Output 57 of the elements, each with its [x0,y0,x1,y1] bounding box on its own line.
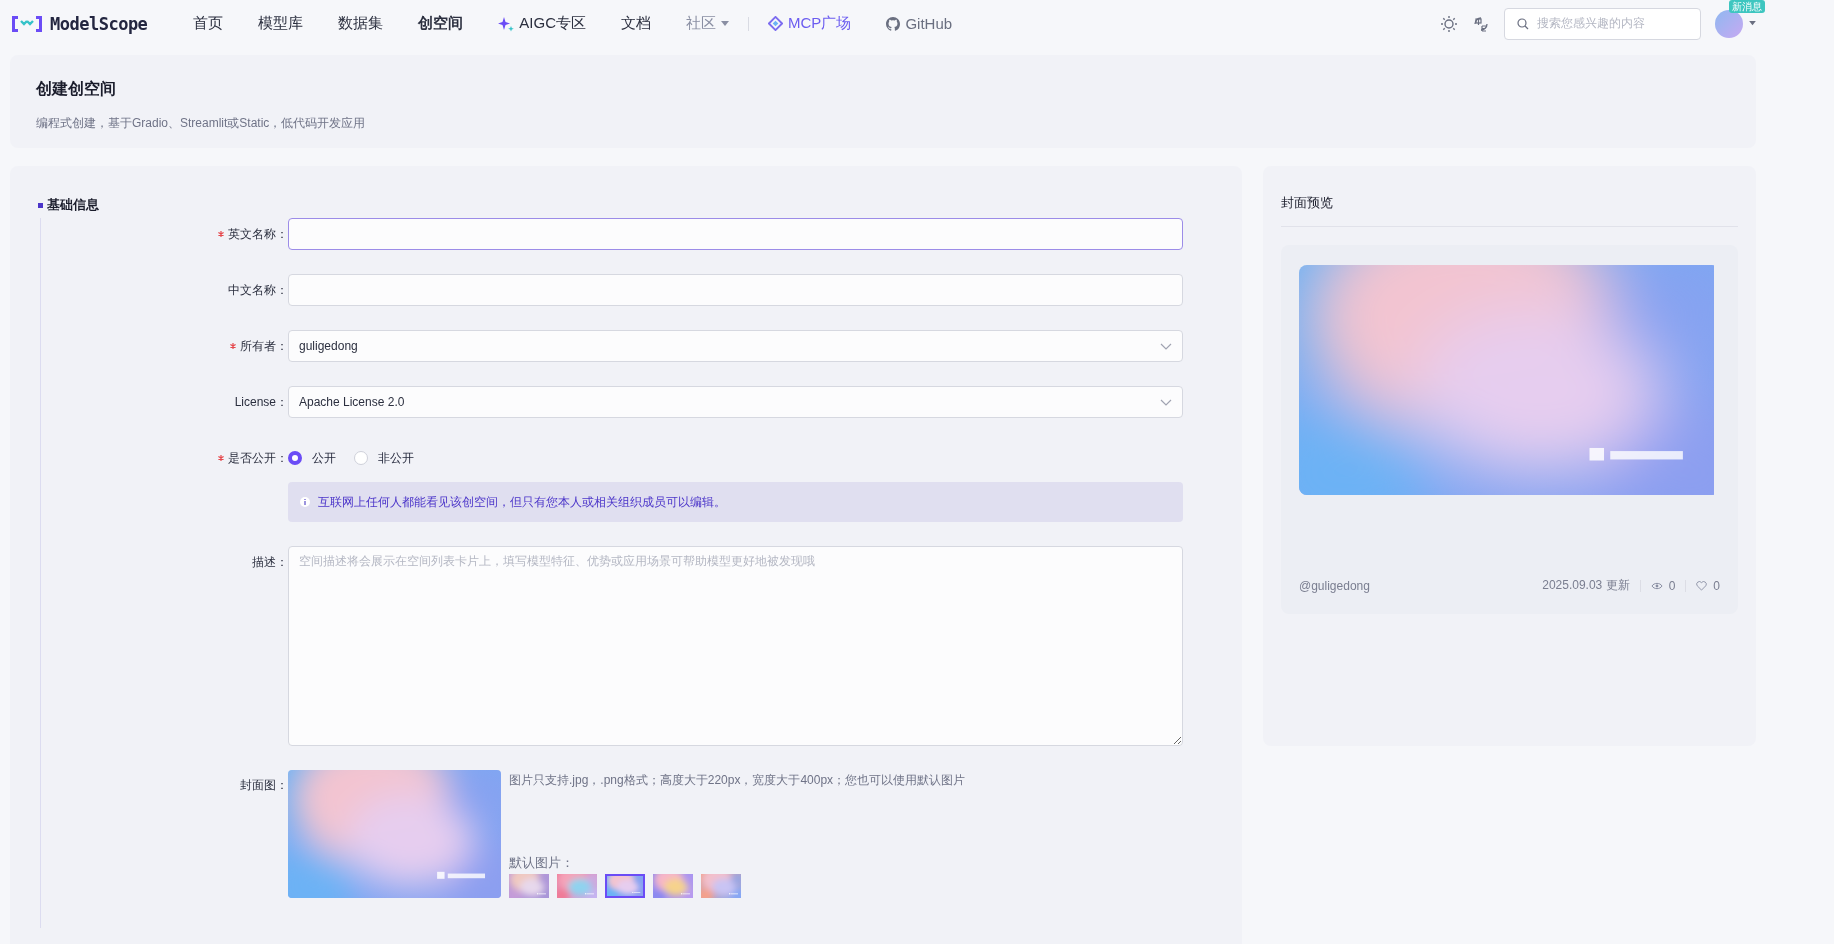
update-date: 2025.09.03 更新 [1542,577,1630,594]
logo-icon [10,13,44,34]
nav-link[interactable]: AIGC专区 [498,14,587,33]
chevron-down-icon [1160,342,1172,350]
field-label: 中文名称： [228,281,288,299]
required-mark-icon [218,455,224,461]
search-icon [1517,17,1529,30]
thumbnail[interactable] [653,874,693,898]
caret-icon[interactable] [1749,21,1756,26]
brand-name[interactable]: ModelScope [50,13,148,34]
default-images-label: 默认图片： [509,854,575,872]
text-input[interactable] [288,218,1183,250]
nav-link[interactable]: 模型库 [258,14,304,33]
thumbnail[interactable] [701,874,741,898]
field-label: 英文名称： [228,225,288,243]
thumbnail[interactable] [605,874,645,898]
radio-label[interactable]: 公开 [312,449,336,467]
required-mark-icon [230,343,236,349]
required-mark-icon [218,231,224,237]
field-label: 封面图： [240,777,288,794]
github-icon [886,16,901,31]
thumbnail[interactable] [509,874,549,898]
nav-link[interactable]: GitHub [886,15,953,32]
radio-label[interactable]: 非公开 [378,449,414,467]
owner-name: @guligedong [1299,578,1370,593]
heart-icon [1696,580,1708,591]
radio-button[interactable] [288,451,302,465]
nav-link[interactable]: 文档 [621,14,652,33]
search-placeholder: 搜索您感兴趣的内容 [1537,15,1645,32]
eye-icon [1650,581,1663,590]
language-icon[interactable] [1472,14,1490,33]
sun-icon[interactable] [1440,14,1458,33]
notice-text: 互联网上任何人都能看见该创空间，但只有您本人或相关组织成员可以编辑。 [318,493,726,511]
caret-icon [721,20,730,27]
cover-hint: 图片只支持.jpg，.png格式；高度大于220px，宽度大于400px；您也可以使用默认图片 [509,772,966,789]
section-marker-icon [38,202,43,208]
field-label: 是否公开： [228,449,288,467]
field-label: 所有者： [240,337,288,355]
page-subtitle: 编程式创建，基于Gradio、Streamlit或Static，低代码开发应用 [36,115,367,132]
field-label: License： [234,393,288,411]
page-title: 创建创空间 [36,79,117,99]
select-field[interactable]: guligedong [288,330,1183,362]
notification-badge: 新消息 [1729,0,1765,13]
view-count: 0 [1668,578,1676,593]
like-count: 0 [1713,578,1720,593]
select-field[interactable]: Apache License 2.0 [288,386,1183,418]
thumbnail[interactable] [557,874,597,898]
nav-link[interactable]: 创空间 [418,14,464,33]
chevron-down-icon [1160,398,1172,406]
nav-link[interactable]: MCP广场 [768,14,852,33]
field-label: 描述： [252,553,288,571]
nav-link[interactable]: 数据集 [338,14,384,33]
info-icon [300,497,310,507]
nav-link[interactable]: 首页 [193,14,224,33]
diamond-icon [768,16,784,31]
preview-title: 封面预览 [1281,194,1738,227]
section-title: 基础信息 [47,196,99,214]
